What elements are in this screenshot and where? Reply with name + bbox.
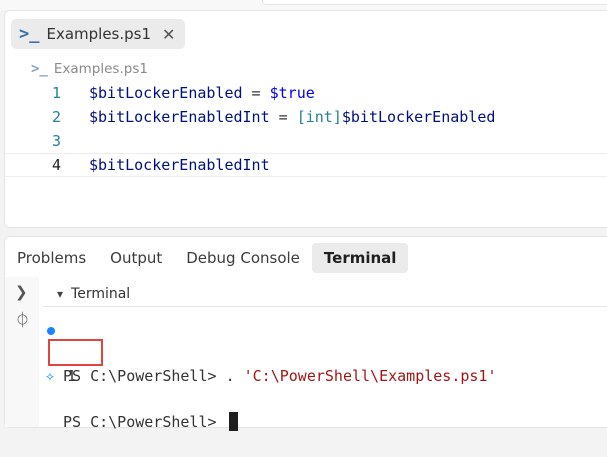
terminal-section-header[interactable]: ▾ Terminal [43,281,607,307]
powershell-icon: >_ [31,61,48,77]
panel-tab-bar: Problems Output Debug Console Terminal [5,243,409,273]
breadcrumb[interactable]: >_ Examples.ps1 [31,61,148,77]
line-source: $bitLockerEnabledInt [89,154,270,176]
code-line[interactable]: 1 $bitLockerEnabled = $true [5,81,607,105]
panel-sidebar: ❯ ⏀ [5,277,39,427]
bottom-panel: Problems Output Debug Console Terminal ❯… [4,236,607,431]
chevron-right-icon[interactable]: ❯ [15,283,28,301]
shell-integration-icon[interactable]: ⟡ [46,365,54,388]
tab-problems[interactable]: Problems [5,243,98,273]
line-number: 1 [51,84,61,102]
token-var: $bitLockerEnabledInt [89,108,270,126]
window-top-edge [0,0,607,10]
code-line[interactable]: 2 $bitLockerEnabledInt = [int]$bitLockerE… [5,105,607,129]
token-kw: $true [269,84,315,102]
editor-pane: >_ Examples.ps1 ✕ >_ Examples.ps1 1 $bitL… [4,10,607,228]
line-source: $bitLockerEnabledInt = [int]$bitLockerEn… [89,105,495,129]
close-icon[interactable]: ✕ [162,25,175,44]
prompt-text: PS C:\PowerShell> [63,413,226,431]
tab-output[interactable]: Output [98,243,174,273]
highlight-box [48,339,103,366]
code-line[interactable]: 4 $bitLockerEnabledInt [5,153,607,177]
top-notch [262,0,607,5]
terminal-line-prompt: ⟡ PS C:\PowerShell> [45,365,238,431]
token-var: $bitLockerEnabled [89,84,243,102]
command-path: 'C:\PowerShell\Examples.ps1' [243,367,497,385]
command-op: . [225,367,244,385]
token-op: = [269,108,297,126]
terminal-line-output: 1 [45,339,103,385]
token-type: [int] [296,108,342,126]
tab-terminal[interactable]: Terminal [311,243,409,273]
editor-tab-examples[interactable]: >_ Examples.ps1 ✕ [11,19,186,49]
powershell-icon: >_ [19,23,40,44]
line-number: 4 [51,156,61,174]
line-number: 2 [51,108,61,126]
command-status-dot[interactable] [47,327,55,335]
code-line[interactable]: 3 [5,129,607,153]
tab-label: Examples.ps1 [46,25,152,43]
chevron-down-icon: ▾ [57,286,64,301]
line-number: 3 [51,132,61,150]
tab-debug-console[interactable]: Debug Console [174,243,312,273]
breadcrumb-label: Examples.ps1 [53,61,148,77]
code-editor[interactable]: 1 $bitLockerEnabled = $true 2 $bitLockerEna… [5,81,607,177]
terminal-cursor [228,412,238,431]
token-op: = [242,84,270,102]
token-var: $bitLockerEnabledInt [89,156,270,174]
plug-icon[interactable]: ⏀ [15,309,30,330]
line-source: $bitLockerEnabled = $true [89,81,315,105]
terminal-output[interactable]: PS C:\PowerShell> . 'C:\PowerShell\Examp… [45,319,497,431]
terminal-header-label: Terminal [71,285,131,302]
token-var: $bitLockerEnabled [341,108,496,126]
